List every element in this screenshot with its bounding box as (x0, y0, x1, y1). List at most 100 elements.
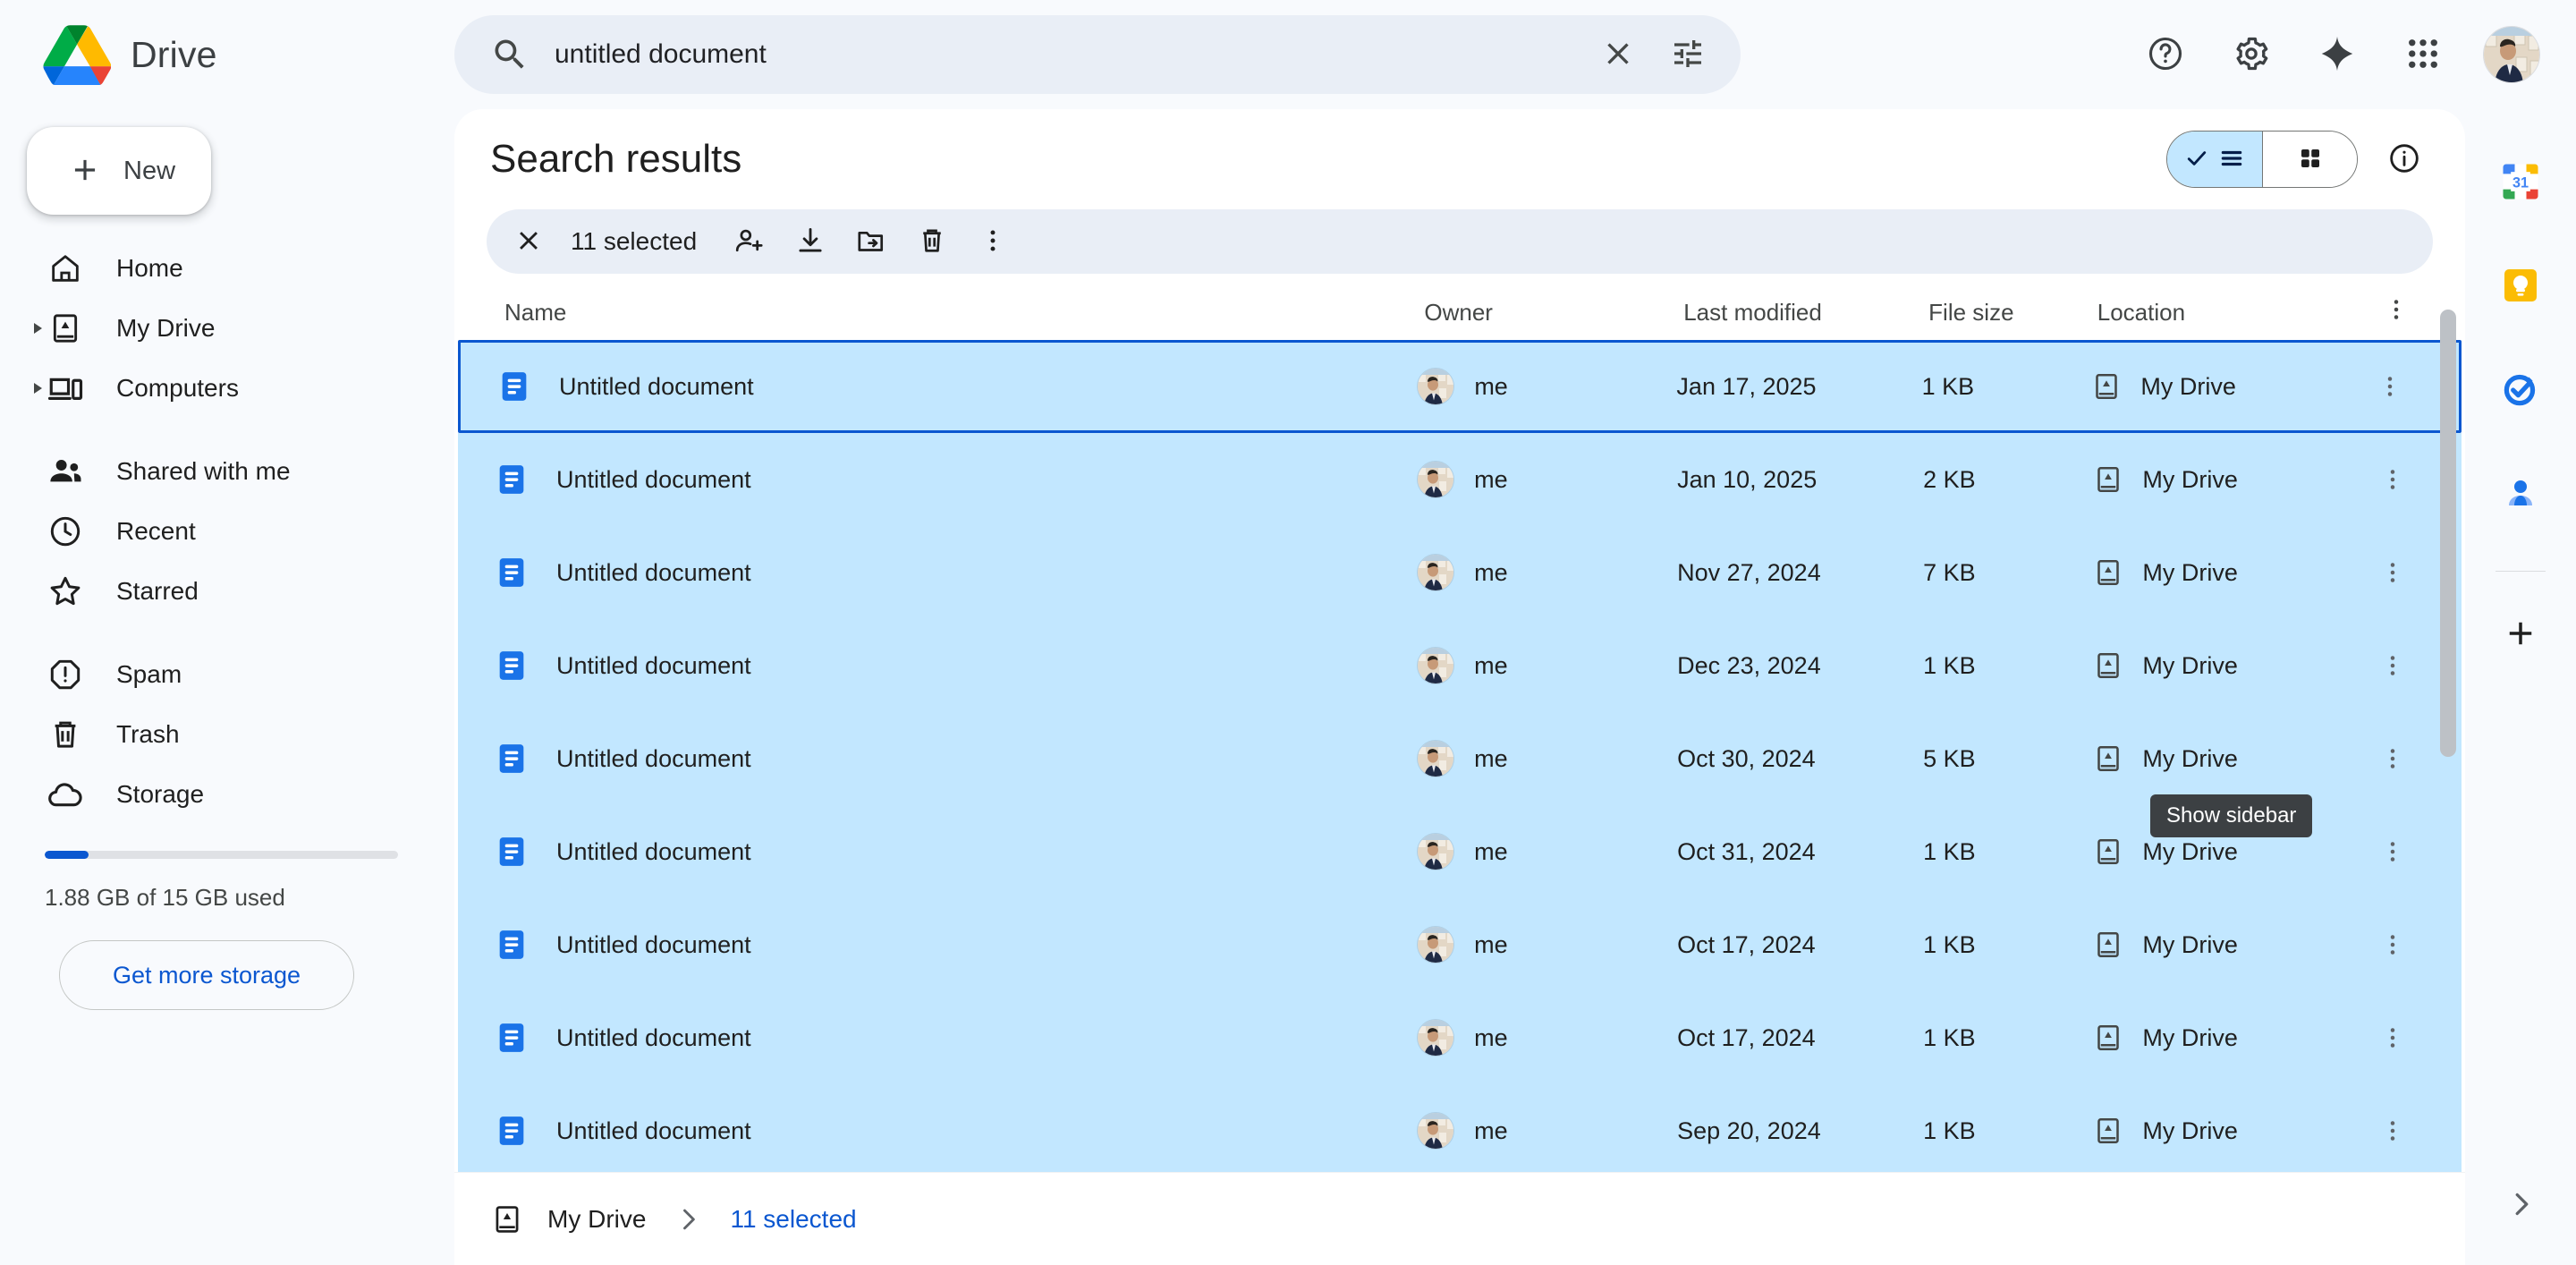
table-row[interactable]: Untitled document me Jan 17, 2025 1 KB My Dr… (458, 340, 2462, 433)
search-input[interactable] (555, 39, 1583, 70)
sidebar-item-starred[interactable]: Starred (0, 561, 420, 621)
cell-location[interactable]: My Drive (2092, 649, 2360, 682)
my-drive-icon (2092, 649, 2124, 682)
sidebar-item-recent[interactable]: Recent (0, 501, 420, 561)
main-header: Search results (454, 109, 2465, 209)
settings-button[interactable] (2213, 16, 2290, 93)
google-apps-button[interactable] (2385, 16, 2462, 93)
get-more-storage-button[interactable]: Get more storage (59, 940, 354, 1010)
cell-last-modified: Sep 20, 2024 (1677, 1116, 1821, 1144)
add-app-button[interactable] (2485, 599, 2556, 670)
details-info-button[interactable] (2376, 131, 2433, 188)
cell-file-name[interactable]: Untitled document (494, 834, 1417, 870)
sidebar-item-label: Shared with me (116, 456, 291, 485)
sidebar-item-storage[interactable]: Storage (0, 764, 420, 824)
cell-file-name[interactable]: Untitled document (494, 462, 1417, 497)
clear-search-button[interactable] (1583, 20, 1653, 89)
sidebar-item-computers[interactable]: Computers (0, 358, 420, 418)
cell-owner: me (1417, 554, 1677, 591)
cell-file-name[interactable]: Untitled document (494, 1020, 1417, 1056)
more-vert-icon (2362, 359, 2418, 414)
column-header-owner[interactable]: Owner (1424, 299, 1683, 327)
table-row[interactable]: Untitled document me Dec 23, 2024 1 KB My Dr… (458, 619, 2462, 712)
row-more-actions-button[interactable] (2360, 824, 2426, 879)
google-docs-icon (494, 834, 530, 870)
list-view-button[interactable] (2167, 132, 2262, 187)
expand-rail-button[interactable] (2489, 1174, 2552, 1236)
cell-owner: me (1417, 368, 1676, 405)
row-more-actions-button[interactable] (2360, 638, 2426, 693)
sidebar-item-home[interactable]: Home (0, 238, 420, 298)
more-actions-button[interactable] (965, 214, 1021, 269)
table-row[interactable]: Untitled document me Oct 17, 2024 1 KB My Dr… (458, 898, 2462, 991)
cell-file-name[interactable]: Untitled document (494, 555, 1417, 590)
delete-button[interactable] (904, 214, 960, 269)
cell-file-size: 1 KB (1921, 372, 1975, 400)
file-name-label: Untitled document (559, 372, 754, 400)
cell-location[interactable]: My Drive (2092, 463, 2360, 496)
cell-file-name[interactable]: Untitled document (494, 648, 1417, 683)
column-header-file-size[interactable]: File size (1928, 299, 2097, 327)
cell-location[interactable]: My Drive (2092, 1022, 2360, 1054)
row-more-actions-button[interactable] (2360, 452, 2426, 507)
table-row[interactable]: Untitled document me Oct 17, 2024 1 KB My Dr… (458, 991, 2462, 1084)
cell-owner: me (1417, 833, 1677, 870)
people-icon (45, 451, 86, 492)
cell-file-name[interactable]: Untitled document (494, 1113, 1417, 1149)
column-header-last-modified[interactable]: Last modified (1683, 299, 1928, 327)
column-header-location[interactable]: Location (2097, 299, 2364, 327)
table-row[interactable]: Untitled document me Nov 27, 2024 7 KB My Dr… (458, 526, 2462, 619)
help-button[interactable] (2127, 16, 2204, 93)
cell-location[interactable]: My Drive (2092, 836, 2360, 868)
clear-selection-button[interactable] (501, 214, 556, 269)
selection-count-label: 11 selected (571, 227, 698, 255)
row-more-actions-button[interactable] (2360, 1010, 2426, 1065)
sidebar-nav: Home My Drive Computers Shared with me R… (0, 238, 454, 824)
google-tasks-button[interactable] (2485, 354, 2556, 426)
sidebar-item-spam[interactable]: Spam (0, 644, 420, 704)
google-keep-button[interactable] (2485, 250, 2556, 322)
share-button[interactable] (722, 214, 777, 269)
cell-file-name[interactable]: Untitled document (496, 369, 1417, 404)
sidebar-item-my-drive[interactable]: My Drive (0, 298, 420, 358)
row-more-actions-button[interactable] (2360, 731, 2426, 786)
row-more-actions-button[interactable] (2360, 545, 2426, 600)
gemini-button[interactable] (2299, 16, 2376, 93)
location-label: My Drive (2142, 465, 2238, 493)
google-docs-icon (494, 741, 530, 777)
column-header-name[interactable]: Name (504, 299, 1424, 327)
google-contacts-button[interactable] (2485, 458, 2556, 530)
column-options-button[interactable] (2364, 296, 2429, 329)
breadcrumb-root-label[interactable]: My Drive (547, 1205, 646, 1234)
file-table: Name Owner Last modified File size Locat… (454, 284, 2465, 1195)
table-row[interactable]: Untitled document me Jan 10, 2025 2 KB My Dr… (458, 433, 2462, 526)
chevron-right-icon[interactable] (34, 382, 42, 394)
cell-location[interactable]: My Drive (2092, 929, 2360, 961)
search-options-button[interactable] (1653, 20, 1723, 89)
move-to-folder-button[interactable] (843, 214, 899, 269)
cell-file-name[interactable]: Untitled document (494, 927, 1417, 963)
row-more-actions-button[interactable] (2360, 1103, 2426, 1159)
cell-file-size: 1 KB (1923, 930, 1976, 958)
cell-location[interactable]: My Drive (2092, 1115, 2360, 1147)
sidebar-item-label: Trash (116, 719, 180, 748)
cell-location[interactable]: My Drive (2092, 556, 2360, 589)
table-row[interactable]: Untitled document me Sep 20, 2024 1 KB My Dr… (458, 1084, 2462, 1177)
breadcrumb-selection-label[interactable]: 11 selected (730, 1205, 856, 1234)
avatar[interactable] (2483, 26, 2540, 83)
contacts-person-icon (2499, 471, 2542, 517)
chevron-right-icon[interactable] (34, 322, 42, 334)
row-more-actions-button[interactable] (2357, 359, 2423, 414)
cell-location[interactable]: My Drive (2090, 370, 2357, 403)
grid-view-button[interactable] (2262, 132, 2357, 187)
google-calendar-button[interactable]: 31 (2485, 147, 2556, 218)
new-button[interactable]: New (27, 127, 211, 215)
cell-file-name[interactable]: Untitled document (494, 741, 1417, 777)
row-more-actions-button[interactable] (2360, 917, 2426, 972)
table-row[interactable]: Untitled document me Oct 30, 2024 5 KB My Dr… (458, 712, 2462, 805)
sidebar-item-trash[interactable]: Trash (0, 704, 420, 764)
search-bar[interactable] (454, 15, 1741, 94)
download-button[interactable] (783, 214, 838, 269)
sidebar-item-shared-with-me[interactable]: Shared with me (0, 441, 420, 501)
cell-location[interactable]: My Drive (2092, 743, 2360, 775)
